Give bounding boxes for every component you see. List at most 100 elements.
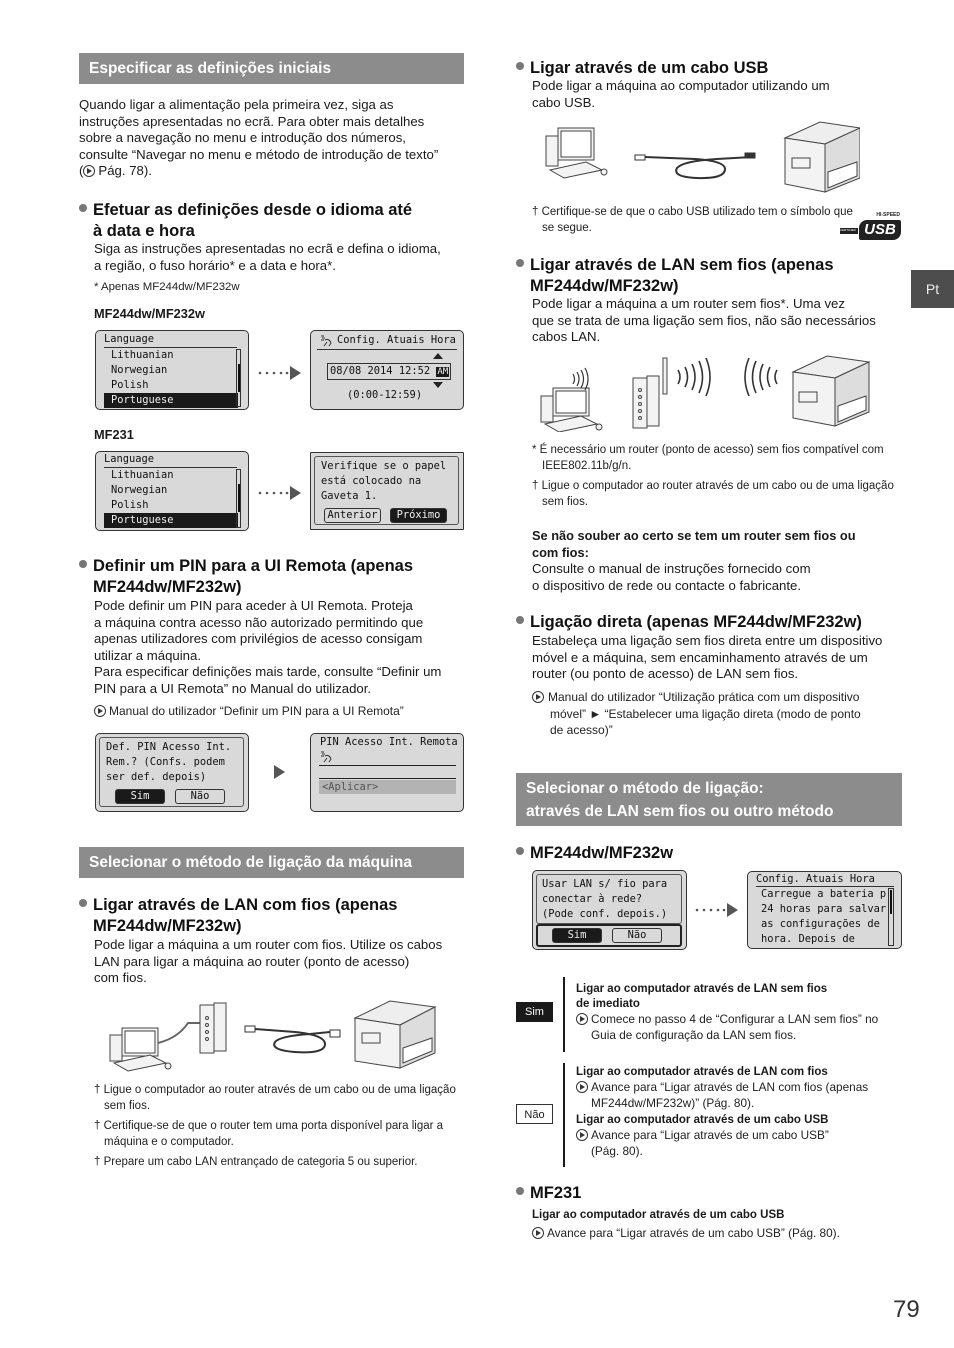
choice-title: Ligar ao computador através de um cabo U… [576, 1114, 829, 1126]
lcd-list-item[interactable]: Norwegian [104, 363, 238, 378]
lcd-line: (Pode conf. depois.) [542, 908, 668, 920]
text-line: apenas utilizadores com privilégios de a… [94, 631, 423, 647]
ref-text: Avance para “Ligar através de LAN com fi… [591, 1080, 869, 1094]
lcd-line: 24 horas para salvar [761, 903, 887, 915]
arrow-circle-icon [532, 1227, 544, 1239]
bullet-icon [79, 899, 87, 907]
heading-line: Definir um PIN para a UI Remota (apenas [93, 557, 414, 575]
model-label-mf231: MF231 [94, 427, 134, 442]
computer-icon [540, 387, 603, 432]
lcd-list-item[interactable]: Norwegian [104, 483, 238, 498]
page-reference[interactable]: (Pág. 78). [79, 163, 474, 180]
text-line: a região, o fuso horário* e a data e hor… [94, 257, 336, 273]
ref-text: de acesso)” [550, 723, 613, 737]
page-ref-text: Pág. 78). [98, 163, 152, 179]
text-line: Consulte o manual de instruções fornecid… [532, 561, 811, 576]
arrow-circle-icon [94, 705, 106, 717]
text-line: Se não souber ao certo se tem um router … [532, 528, 856, 543]
lcd-pin-prompt: Def. PIN Acesso Int. Rem.? (Confs. podem… [95, 733, 249, 812]
text-line: móvel e a máquina, sem encaminhamento at… [532, 649, 868, 665]
lcd-language-list: Language Lithuanian Norwegian Polish Por… [95, 451, 249, 531]
choice-yes-reference[interactable]: Comece no passo 4 de “Configurar a LAN s… [576, 1012, 896, 1043]
scrollbar[interactable] [236, 469, 241, 528]
lcd-list-item[interactable]: Lithuanian [104, 468, 238, 483]
footnote: † Prepare um cabo LAN entrançado de cate… [94, 1156, 418, 1168]
wireless-notes: * É necessário um router (ponto de acess… [532, 443, 907, 510]
lcd-line: está colocado na [321, 475, 422, 487]
choice-title: Ligar ao computador através de LAN com f… [576, 1066, 828, 1078]
choice-title: de imediato [576, 998, 640, 1010]
choice-divider [563, 1063, 565, 1167]
heading-line: à data e hora [93, 222, 195, 240]
lcd-next-button[interactable]: Próximo [390, 508, 447, 523]
footnote: † Certifique-se de que o router tem uma … [94, 1120, 444, 1148]
mf231-reference[interactable]: Avance para “Ligar através de um cabo US… [532, 1226, 840, 1241]
arrow-circle-icon [576, 1129, 588, 1141]
lcd-list-item[interactable]: Lithuanian [104, 348, 238, 363]
ref-text: Guia de configuração da LAN sem fios. [591, 1027, 797, 1042]
date-time-field[interactable]: 08/08 2014 12:52 AM [327, 363, 451, 380]
lcd-battery-notice: Config. Atuais Hora Carregue a bateria p… [747, 871, 902, 949]
ref-text: MF244dw/MF232w)” (Pág. 80). [591, 1095, 755, 1110]
direct-body: Estabeleça uma ligação sem fios direta e… [532, 633, 912, 683]
lcd-list-item-selected[interactable]: Portuguese [104, 393, 238, 408]
lcd-yes-button[interactable]: Sim [552, 928, 602, 943]
computer-icon [545, 127, 608, 179]
up-arrow-icon[interactable] [433, 353, 443, 359]
pin-input-field[interactable] [319, 765, 456, 766]
text-line: Pode ligar a máquina a um router com fio… [94, 937, 443, 952]
text-line: PIN para a UI Remota” no Manual do utili… [94, 680, 372, 696]
section-header-select-method: Selecionar o método de ligação: através … [516, 773, 902, 826]
scrollbar[interactable] [888, 888, 894, 946]
date-time-value: 08/08 2014 12:52 [330, 365, 431, 377]
heading-wireless-lan: Ligar através de LAN sem fios (apenas MF… [516, 255, 916, 297]
lcd-no-button[interactable]: Não [175, 789, 225, 804]
wired-lan-illustration [109, 1000, 437, 1072]
lcd-line: Rem.? (Confs. podem [106, 756, 225, 768]
text-line: Para especificar definições mais tarde, … [94, 664, 442, 680]
text-line: Estabeleça uma ligação sem fios direta e… [532, 633, 883, 648]
ref-text: Manual do utilizador “Utilização prática… [548, 690, 860, 704]
printer-icon [353, 1000, 437, 1069]
lcd-title: PIN Acesso Int. Remota [320, 736, 458, 748]
wifi-signal-icon [744, 357, 778, 397]
heading-line: MF244dw/MF232w) [93, 578, 242, 596]
mf231-title: Ligar ao computador através de um cabo U… [532, 1209, 785, 1221]
lcd-previous-button[interactable]: Anterior [324, 508, 381, 523]
lcd-yes-button[interactable]: Sim [115, 789, 165, 804]
lcd-language-list: Language Lithuanian Norwegian Polish Por… [95, 330, 249, 410]
wireless-body: Pode ligar a máquina a um router sem fio… [532, 296, 912, 346]
choice-label-yes: Sim [516, 1002, 553, 1022]
lcd-list-item[interactable]: Polish [104, 498, 238, 513]
header-line: através de LAN sem fios ou outro método [526, 803, 834, 820]
bullet-icon [516, 847, 524, 855]
arrow-circle-icon [576, 1081, 588, 1093]
down-arrow-icon[interactable] [433, 382, 443, 388]
lcd-line: Usar LAN s/ fio para [542, 878, 668, 890]
lcd-list-item-selected[interactable]: Portuguese [104, 513, 238, 528]
heading-line: MF244dw/MF232w) [93, 917, 242, 935]
lan-cable-icon [244, 1025, 341, 1054]
printer-icon [783, 121, 860, 193]
model-label-mf244: MF244dw/MF232w [94, 306, 205, 321]
ampm-value[interactable]: AM [436, 367, 450, 377]
apply-button[interactable]: <Aplicar> [319, 780, 456, 794]
choice-no-reference-usb[interactable]: Avance para “Ligar através de um cabo US… [576, 1128, 896, 1159]
direct-manual-reference[interactable]: Manual do utilizador “Utilização prática… [532, 689, 907, 739]
text-line: instruções apresentadas no ecrã. Para ob… [79, 113, 425, 129]
footnote: * É necessário um router (ponto de acess… [532, 444, 884, 472]
lcd-no-button[interactable]: Não [612, 928, 662, 943]
usb-illustration [545, 121, 860, 193]
pin-manual-reference[interactable]: Manual do utilizador “Definir um PIN par… [94, 704, 404, 719]
lcd-list-item[interactable]: Polish [104, 378, 238, 393]
text-line: utilizar a máquina. [94, 647, 202, 663]
scrollbar[interactable] [236, 349, 241, 407]
text-line: consulte “Navegar no menu e método de in… [79, 146, 439, 162]
choice-divider [563, 977, 565, 1052]
choice-no-reference-wired[interactable]: Avance para “Ligar através de LAN com fi… [576, 1080, 896, 1111]
language-tab[interactable]: Pt [911, 270, 954, 308]
usb-logo-side: CERTIFIED [840, 228, 858, 234]
text-line: Pode ligar a máquina a um router sem fio… [532, 296, 845, 311]
choice-title: Ligar ao computador através de LAN sem f… [576, 983, 828, 995]
ref-text: Avance para “Ligar através de um cabo US… [591, 1128, 829, 1142]
